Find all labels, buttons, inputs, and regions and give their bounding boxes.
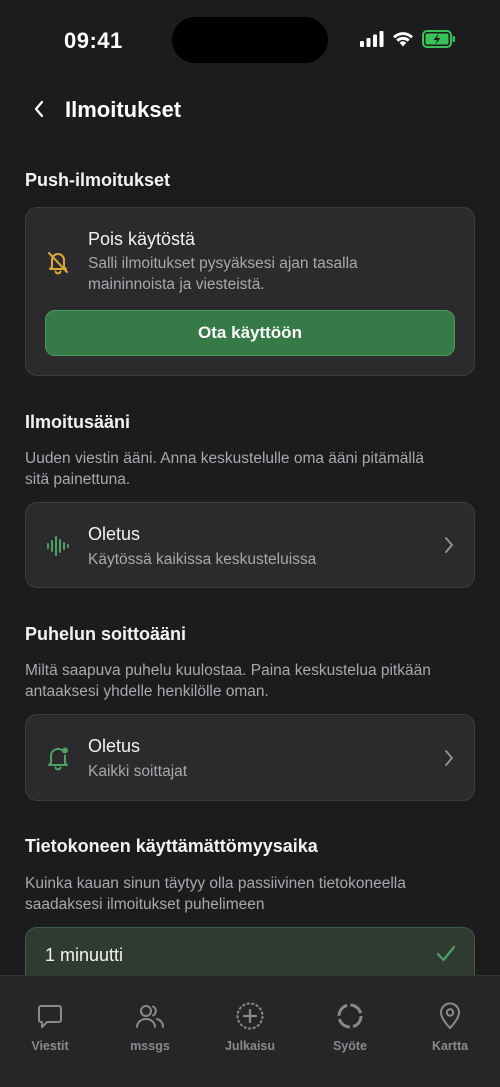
feed-circle-icon — [335, 1001, 365, 1031]
notification-sound-value: Oletus — [88, 524, 141, 544]
status-time: 09:41 — [64, 28, 123, 53]
bell-off-icon — [44, 248, 72, 276]
battery-charging-icon — [422, 30, 456, 53]
idle-desc-line2: saadaksesi ilmoitukset puhelimeen — [25, 896, 265, 913]
tab-mssgs[interactable]: mssgs — [100, 976, 200, 1087]
ringtone-section-title: Puhelun soittoääni — [25, 624, 187, 644]
checkmark-icon — [436, 945, 456, 968]
ringtone-value: Oletus — [88, 736, 141, 756]
wifi-icon — [392, 31, 414, 52]
tab-label: Viestit — [31, 1039, 69, 1053]
notification-sound-section-title: Ilmoitusääni — [25, 412, 131, 432]
people-icon — [135, 1001, 165, 1031]
push-status-desc-line1: Salli ilmoitukset pysyäksesi ajan tasall… — [88, 255, 358, 272]
push-status-title: Pois käytöstä — [88, 229, 196, 249]
tab-viestit[interactable]: Viestit — [0, 976, 100, 1087]
sound-wave-icon — [44, 532, 72, 560]
tab-label: Syöte — [332, 1039, 368, 1053]
push-status-desc-line2: maininnoista ja viesteistä. — [88, 276, 265, 293]
push-section-title: Push-ilmoitukset — [25, 170, 171, 190]
tab-label: Julkaisu — [224, 1039, 276, 1053]
cellular-signal-icon — [360, 31, 384, 52]
bell-ring-icon — [44, 744, 72, 772]
notification-sound-desc-line2: sitä painettuna. — [25, 471, 131, 488]
ringtone-desc-line2: antaaksesi yhdelle henkilölle oman. — [25, 683, 269, 700]
dynamic-island — [172, 17, 328, 63]
enable-notifications-button[interactable]: Ota käyttöön — [45, 310, 455, 356]
tab-kartta[interactable]: Kartta — [400, 976, 500, 1087]
chevron-left-icon — [33, 99, 45, 124]
idle-desc-line1: Kuinka kauan sinun täytyy olla passiivin… — [25, 875, 406, 892]
status-bar: 09:41 — [0, 0, 500, 80]
push-status-card: Pois käytöstä Salli ilmoitukset pysyäkse… — [25, 207, 475, 376]
tab-label: Kartta — [431, 1039, 469, 1053]
ringtone-value-sub: Kaikki soittajat — [88, 763, 188, 780]
back-button[interactable] — [24, 96, 54, 126]
idle-option-label: 1 minuutti — [45, 945, 124, 965]
tab-julkaisu[interactable]: Julkaisu — [200, 976, 300, 1087]
notification-sound-value-sub: Käytössä kaikissa keskusteluissa — [88, 551, 317, 568]
header: Ilmoitukset — [0, 88, 500, 134]
chat-bubble-icon — [35, 1001, 65, 1031]
chevron-right-icon — [442, 533, 456, 557]
notification-sound-row[interactable]: Oletus Käytössä kaikissa keskusteluissa — [25, 502, 475, 588]
map-pin-icon — [435, 1001, 465, 1031]
notification-sound-desc-line1: Uuden viestin ääni. Anna keskustelulle o… — [25, 450, 424, 467]
tab-syote[interactable]: Syöte — [300, 976, 400, 1087]
plus-circle-icon — [235, 1001, 265, 1031]
page-title: Ilmoitukset — [65, 97, 182, 122]
status-icons — [360, 30, 456, 53]
chevron-right-icon — [442, 746, 456, 770]
idle-section-title: Tietokoneen käyttämättömyysaika — [25, 836, 318, 856]
tab-bar: Viestit mssgs Julkaisu Syöte Kartta — [0, 975, 500, 1087]
ringtone-row[interactable]: Oletus Kaikki soittajat — [25, 714, 475, 801]
tab-label: mssgs — [130, 1039, 170, 1053]
ringtone-desc-line1: Miltä saapuva puhelu kuulostaa. Paina ke… — [25, 662, 431, 679]
